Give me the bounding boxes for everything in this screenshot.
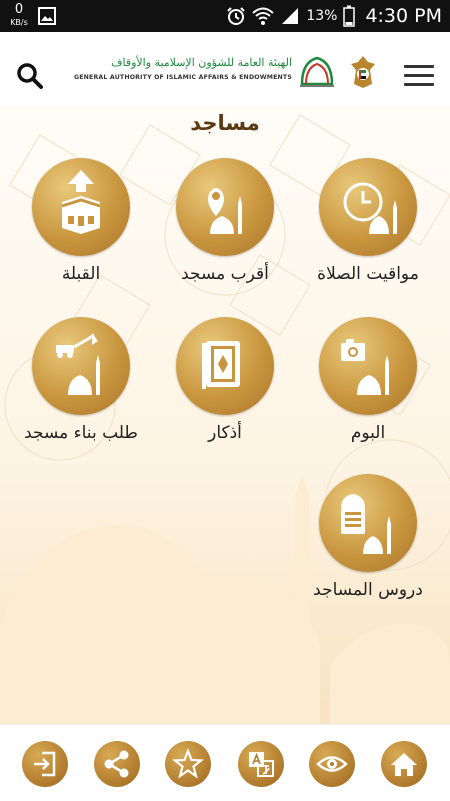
signal-icon [282, 8, 299, 24]
nearest-mosque-icon [208, 188, 242, 234]
album-camera-icon [341, 339, 389, 395]
alarm-icon [227, 7, 246, 25]
network-speed-value: 0 [14, 2, 24, 17]
image-notification-icon [38, 7, 56, 25]
tile-build-mosque[interactable]: طلب بناء مسجد [6, 317, 156, 443]
tile-album[interactable]: البوم [293, 317, 443, 443]
home-button[interactable] [381, 741, 427, 787]
main-content: مساجد مواقيت الصلاة أقرب مسجد القبلة الب… [0, 105, 450, 725]
tile-nearest-mosque-label: أقرب مسجد [181, 264, 269, 284]
network-speed-unit: KB/s [10, 18, 28, 27]
construction-mosque-icon [56, 333, 100, 395]
exit-button[interactable] [22, 741, 68, 787]
tile-album-label: البوم [350, 423, 386, 443]
uae-emblem-icon [351, 56, 375, 88]
wifi-icon [252, 7, 274, 25]
tile-mosque-lessons[interactable]: دروس المساجد [293, 474, 443, 600]
home-icon [391, 753, 417, 776]
prayer-clock-icon [343, 182, 397, 234]
tile-prayer-times-label: مواقيت الصلاة [317, 264, 419, 284]
tile-qibla[interactable]: القبلة [6, 158, 156, 284]
bottom-navigation [0, 724, 450, 801]
org-name-english: GENERAL AUTHORITY OF ISLAMIC AFFAIRS & E… [73, 74, 292, 81]
tile-build-mosque-label: طلب بناء مسجد [24, 423, 138, 443]
tile-qibla-label: القبلة [61, 264, 101, 284]
battery-icon [343, 5, 356, 27]
tile-prayer-times[interactable]: مواقيت الصلاة [293, 158, 443, 284]
status-bar: 0 KB/s 13% 4:30 PM [0, 0, 450, 32]
view-button[interactable] [309, 741, 355, 787]
share-icon [104, 750, 129, 778]
tile-azkar-label: أذكار [208, 423, 242, 443]
battery-percent: 13% [306, 8, 338, 24]
eye-icon [316, 756, 348, 772]
search-icon[interactable] [16, 62, 44, 90]
tile-azkar[interactable]: أذكار [150, 317, 300, 443]
page-title: مساجد [190, 111, 260, 135]
lessons-document-icon [341, 494, 391, 554]
organization-logo: الهيئة العامة للشؤون الإسلامية والأوقاف … [72, 54, 375, 104]
menu-icon[interactable] [404, 65, 434, 87]
exit-icon [34, 751, 56, 777]
kaaba-icon [61, 170, 101, 234]
favorites-button[interactable] [165, 741, 211, 787]
tile-mosque-lessons-label: دروس المساجد [313, 580, 423, 600]
tile-nearest-mosque[interactable]: أقرب مسجد [150, 158, 300, 284]
org-name-arabic: الهيئة العامة للشؤون الإسلامية والأوقاف [111, 56, 292, 69]
share-button[interactable] [94, 741, 140, 787]
translate-icon [249, 752, 274, 777]
language-button[interactable] [238, 741, 284, 787]
star-icon [172, 747, 204, 779]
quran-book-icon [202, 341, 240, 389]
dome-logo-icon [300, 56, 334, 87]
clock: 4:30 PM [365, 5, 442, 27]
network-speed: 0 KB/s [8, 3, 30, 29]
